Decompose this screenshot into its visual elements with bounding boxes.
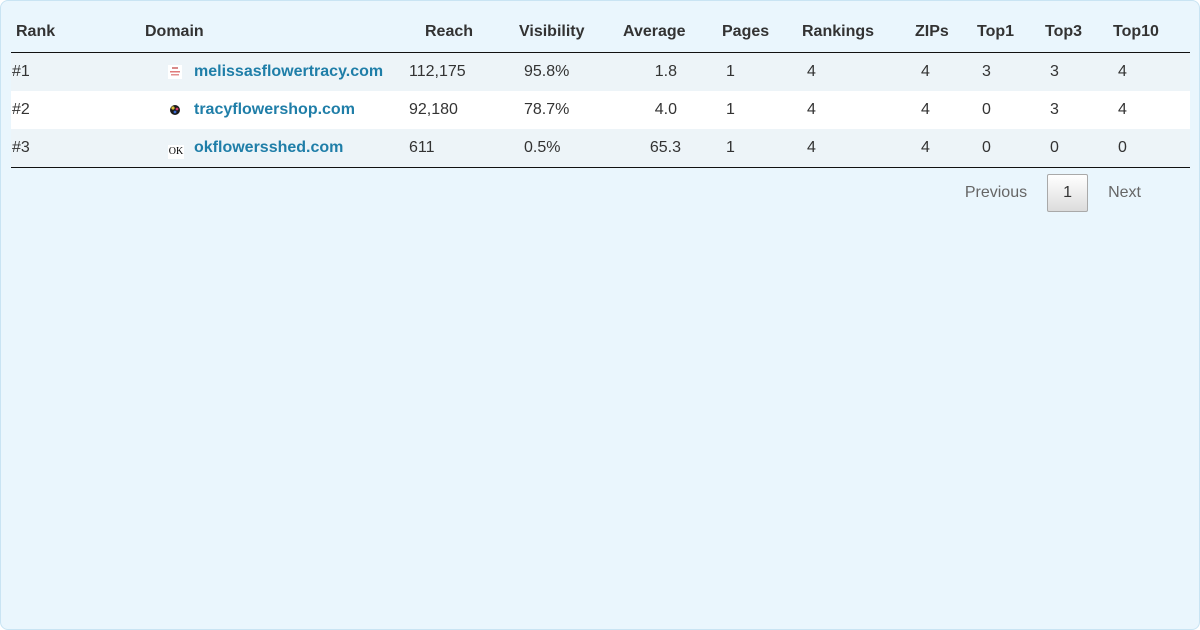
table-row: #2 tracyflowershop.com 92,180 78.7% 4.0 …	[11, 91, 1190, 129]
visibility-cell: 95.8%	[509, 52, 609, 91]
reach-cell: 92,180	[409, 91, 509, 129]
pages-cell: 1	[709, 52, 792, 91]
zips-cell: 4	[884, 91, 956, 129]
header-rankings[interactable]: Rankings	[792, 12, 884, 53]
top1-cell: 3	[956, 52, 1028, 91]
header-visibility[interactable]: Visibility	[509, 12, 609, 53]
tracy-favicon-icon	[168, 102, 182, 117]
pages-cell: 1	[709, 129, 792, 168]
header-average[interactable]: Average	[609, 12, 709, 53]
rankings-cell: 4	[792, 129, 884, 168]
top3-cell: 3	[1028, 91, 1095, 129]
melissa-favicon-icon	[168, 64, 182, 79]
top10-cell: 0	[1095, 129, 1190, 168]
domain-cell: tracyflowershop.com	[89, 91, 409, 129]
zips-cell: 4	[884, 129, 956, 168]
rank-cell: #1	[11, 52, 89, 91]
domain-ranking-table: Rank Domain Reach Visibility Average Pag…	[11, 12, 1190, 168]
top1-cell: 0	[956, 91, 1028, 129]
header-top3[interactable]: Top3	[1028, 12, 1095, 53]
table-row: #3 OK okflowersshed.com 611 0.5% 65.3 1 4…	[11, 129, 1190, 168]
reach-cell: 611	[409, 129, 509, 168]
average-cell: 65.3	[609, 129, 709, 168]
top3-cell: 3	[1028, 52, 1095, 91]
average-cell: 1.8	[609, 52, 709, 91]
next-page-button[interactable]: Next	[1088, 184, 1141, 202]
domain-link[interactable]: tracyflowershop.com	[194, 101, 355, 118]
top3-cell: 0	[1028, 129, 1095, 168]
previous-page-button[interactable]: Previous	[945, 184, 1047, 202]
rankings-cell: 4	[792, 52, 884, 91]
ok-favicon-text: OK	[168, 144, 184, 159]
header-top10[interactable]: Top10	[1095, 12, 1190, 53]
header-domain[interactable]: Domain	[89, 12, 409, 53]
domain-cell: melissasflowertracy.com	[89, 52, 409, 91]
pagination: Previous 1 Next	[945, 174, 1141, 212]
rankings-cell: 4	[792, 91, 884, 129]
reach-cell: 112,175	[409, 52, 509, 91]
top1-cell: 0	[956, 129, 1028, 168]
zips-cell: 4	[884, 52, 956, 91]
table-header-row: Rank Domain Reach Visibility Average Pag…	[11, 12, 1190, 53]
header-rank[interactable]: Rank	[11, 12, 89, 53]
top10-cell: 4	[1095, 91, 1190, 129]
domain-cell: OK okflowersshed.com	[89, 129, 409, 168]
ok-favicon-icon: OK	[168, 141, 184, 159]
rank-cell: #3	[11, 129, 89, 168]
visibility-cell: 78.7%	[509, 91, 609, 129]
average-cell: 4.0	[609, 91, 709, 129]
results-panel: Rank Domain Reach Visibility Average Pag…	[0, 0, 1200, 630]
rank-cell: #2	[11, 91, 89, 129]
domain-link[interactable]: melissasflowertracy.com	[194, 63, 383, 80]
domain-link[interactable]: okflowersshed.com	[194, 139, 343, 156]
header-pages[interactable]: Pages	[709, 12, 792, 53]
visibility-cell: 0.5%	[509, 129, 609, 168]
top10-cell: 4	[1095, 52, 1190, 91]
header-top1[interactable]: Top1	[956, 12, 1028, 53]
table-row: #1 melissasflowertracy.com 112,175 95.8%…	[11, 52, 1190, 91]
current-page-button[interactable]: 1	[1047, 174, 1089, 212]
header-zips[interactable]: ZIPs	[884, 12, 956, 53]
pages-cell: 1	[709, 91, 792, 129]
header-reach[interactable]: Reach	[409, 12, 509, 53]
